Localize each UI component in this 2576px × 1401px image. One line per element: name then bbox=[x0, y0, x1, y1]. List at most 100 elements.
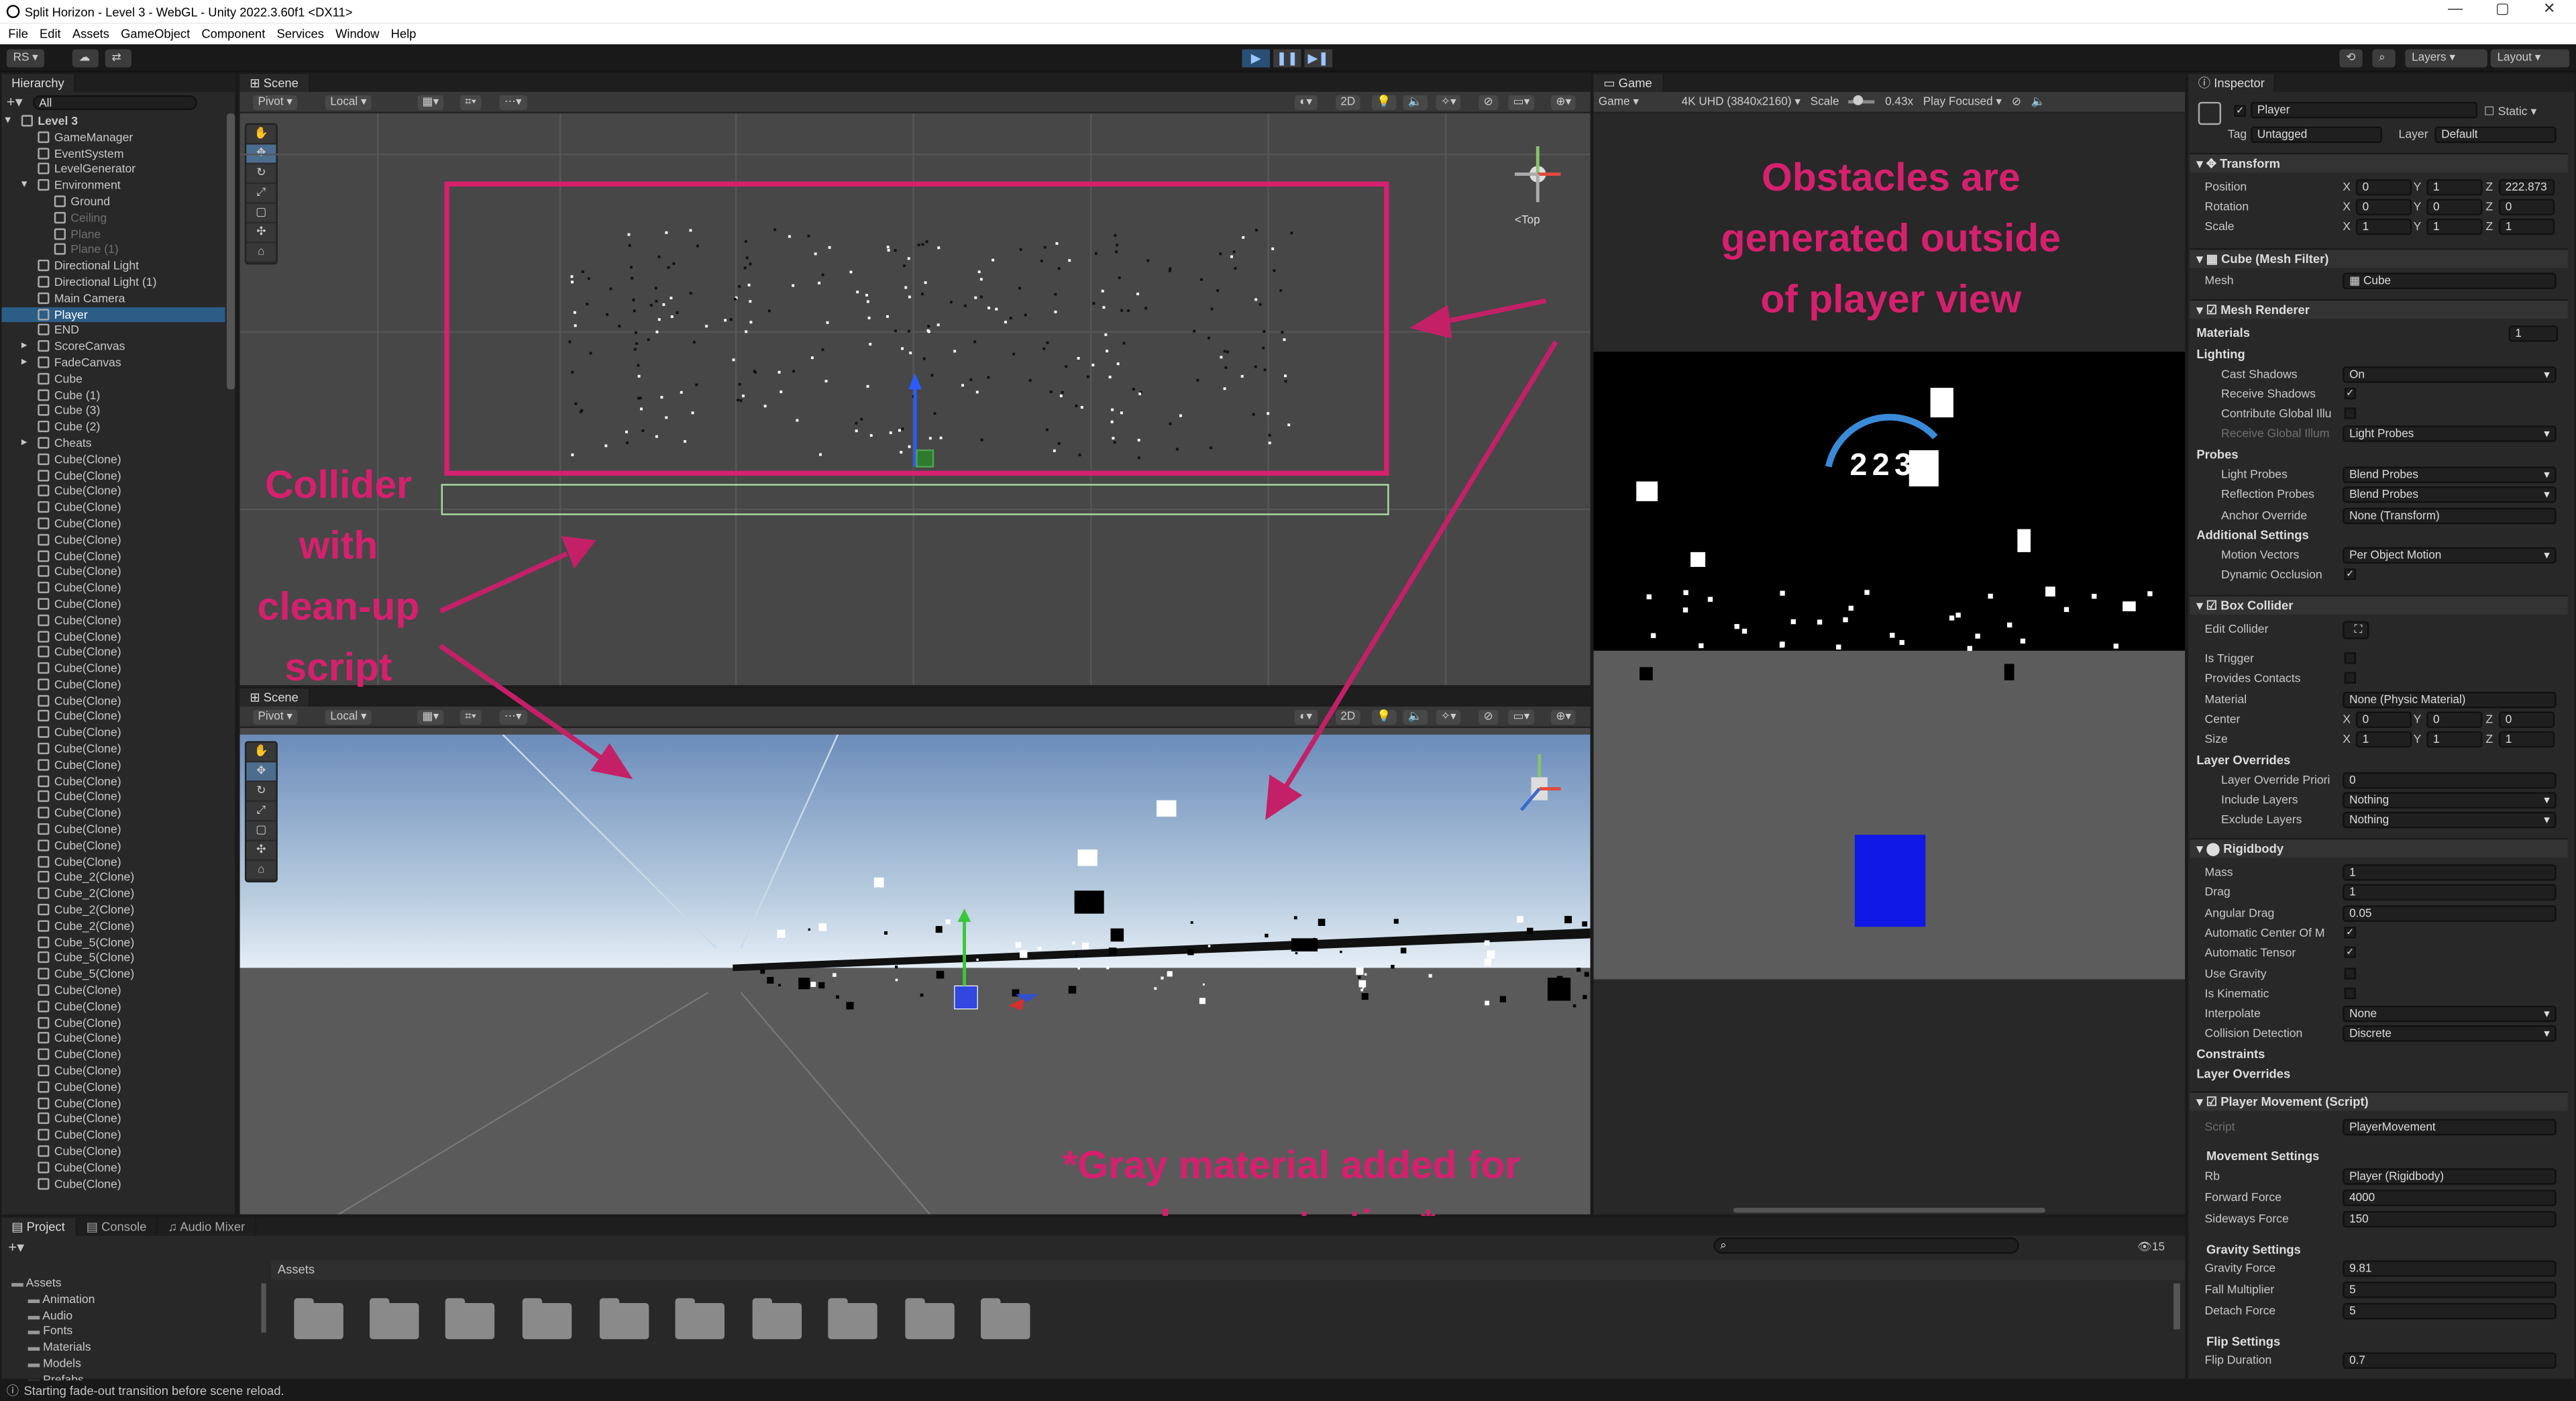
position-field-x[interactable]: 0 bbox=[2355, 178, 2412, 196]
property-label: Interpolate bbox=[2204, 1005, 2261, 1021]
section-header[interactable]: Layer Overrides bbox=[2196, 751, 2290, 769]
object-name-field[interactable]: Player bbox=[2251, 101, 2478, 119]
inspector-tab[interactable]: ⓘ Inspector bbox=[2188, 74, 2276, 93]
folder-icon[interactable] bbox=[370, 1298, 419, 1339]
is-kinematic-checkbox[interactable] bbox=[2344, 987, 2356, 999]
rotation-field-y[interactable]: 0 bbox=[2426, 199, 2483, 215]
gravity-force-field[interactable]: 9.81 bbox=[2343, 1260, 2557, 1277]
section-header[interactable]: Movement Settings bbox=[2206, 1147, 2319, 1165]
auto-com-checkbox[interactable]: ✓ bbox=[2344, 927, 2356, 939]
anchor-override-field[interactable]: None (Transform) bbox=[2343, 507, 2557, 525]
collider-material-field[interactable]: None (Physic Material) bbox=[2343, 692, 2557, 709]
receive-gi-dropdown[interactable]: Light Probes ▾ bbox=[2343, 425, 2557, 442]
mesh-renderer-header[interactable]: ▾ ☑ Mesh Renderer bbox=[2190, 299, 2568, 319]
forward-force-field[interactable]: 4000 bbox=[2343, 1190, 2557, 1206]
is-trigger-checkbox[interactable] bbox=[2344, 652, 2356, 664]
folder-icon[interactable] bbox=[981, 1298, 1030, 1339]
project-content-scrollbar[interactable] bbox=[2174, 1283, 2180, 1330]
edit-collider-icon[interactable]: ⛶ bbox=[2343, 621, 2369, 639]
center-field-y[interactable]: 0 bbox=[2426, 711, 2483, 728]
tag-dropdown[interactable]: Untagged bbox=[2251, 126, 2383, 144]
reflection-probes-dropdown[interactable]: Blend Probes ▾ bbox=[2343, 486, 2557, 503]
project-tab[interactable]: ▤ Project bbox=[1, 1217, 76, 1236]
axis-label: Z bbox=[2485, 711, 2493, 727]
folder-icon[interactable] bbox=[445, 1298, 495, 1339]
rotation-field-z[interactable]: 0 bbox=[2498, 199, 2555, 215]
folder-icon[interactable] bbox=[905, 1298, 955, 1339]
exclude-layers-dropdown[interactable]: Nothing ▾ bbox=[2343, 811, 2557, 829]
dynamic-occlusion-checkbox[interactable]: ✓ bbox=[2344, 568, 2356, 580]
project-search-input[interactable]: ⌕ bbox=[1713, 1237, 2019, 1254]
flip-duration-field[interactable]: 0.7 bbox=[2343, 1352, 2557, 1369]
layer-override-priority-field[interactable]: 0 bbox=[2343, 772, 2557, 789]
project-tree-item[interactable]: ▬ Models bbox=[1, 1355, 264, 1371]
include-layers-dropdown[interactable]: Nothing ▾ bbox=[2343, 792, 2557, 809]
mesh-field[interactable]: ▦ Cube bbox=[2343, 272, 2557, 290]
materials-count-field[interactable]: 1 bbox=[2508, 325, 2559, 342]
folder-icon[interactable] bbox=[675, 1298, 725, 1339]
static-toggle[interactable]: ☐ Static ▾ bbox=[2484, 102, 2536, 120]
section-header[interactable]: Additional Settings bbox=[2196, 526, 2308, 544]
section-header[interactable]: Constraints bbox=[2196, 1045, 2265, 1063]
rb-field[interactable]: Player (Rigidbody) bbox=[2343, 1168, 2557, 1185]
project-tree-label: Animation bbox=[42, 1291, 95, 1306]
size-field-x[interactable]: 1 bbox=[2355, 731, 2412, 748]
project-tree-item[interactable]: ▬ Materials bbox=[1, 1339, 264, 1355]
project-tree-item[interactable]: ▬ Fonts bbox=[1, 1323, 264, 1339]
center-field-x[interactable]: 0 bbox=[2355, 711, 2412, 728]
size-field-z[interactable]: 1 bbox=[2498, 731, 2555, 748]
section-header[interactable]: Gravity Settings bbox=[2206, 1241, 2301, 1259]
audio-mixer-tab[interactable]: ♫ Audio Mixer bbox=[158, 1217, 257, 1236]
section-header[interactable]: Probes bbox=[2196, 446, 2238, 464]
project-tree-label: Assets bbox=[25, 1275, 62, 1290]
angular-drag-field[interactable]: 0.05 bbox=[2343, 905, 2557, 922]
project-tree-item[interactable]: ▬ Audio bbox=[1, 1307, 264, 1323]
scale-field-z[interactable]: 1 bbox=[2498, 218, 2555, 236]
size-field-y[interactable]: 1 bbox=[2426, 731, 2483, 748]
script-field[interactable]: PlayerMovement bbox=[2343, 1119, 2557, 1136]
transform-header[interactable]: ▾ ✥ Transform bbox=[2190, 152, 2568, 173]
mesh-filter-header[interactable]: ▾ ▦ Cube (Mesh Filter) bbox=[2190, 248, 2568, 268]
add-asset-icon[interactable]: +▾ bbox=[8, 1239, 24, 1257]
position-field-z[interactable]: 222.873 bbox=[2498, 178, 2555, 196]
project-tree-item[interactable]: ▬ Assets bbox=[1, 1275, 264, 1291]
folder-icon[interactable] bbox=[752, 1298, 802, 1339]
console-tab[interactable]: ▤ Console bbox=[76, 1217, 158, 1236]
contribute-gi-checkbox[interactable] bbox=[2344, 407, 2356, 419]
auto-tensor-checkbox[interactable]: ✓ bbox=[2344, 946, 2356, 958]
receive-shadows-checkbox[interactable]: ✓ bbox=[2344, 387, 2356, 400]
folder-icon[interactable] bbox=[828, 1298, 877, 1339]
scale-field-y[interactable]: 1 bbox=[2426, 218, 2483, 236]
property-label: Detach Force bbox=[2204, 1303, 2276, 1318]
provides-contacts-checkbox[interactable] bbox=[2344, 672, 2356, 684]
drag-field[interactable]: 1 bbox=[2343, 884, 2557, 901]
interpolate-dropdown[interactable]: None ▾ bbox=[2343, 1005, 2557, 1023]
motion-vectors-dropdown[interactable]: Per Object Motion ▾ bbox=[2343, 547, 2557, 564]
layer-dropdown[interactable]: Default bbox=[2434, 126, 2557, 144]
info-icon: ⓘ bbox=[6, 1384, 19, 1399]
sideways-force-field[interactable]: 150 bbox=[2343, 1210, 2557, 1228]
use-gravity-checkbox[interactable] bbox=[2344, 968, 2356, 980]
project-tree-scrollbar[interactable] bbox=[261, 1283, 266, 1333]
cast-shadows-dropdown[interactable]: On ▾ bbox=[2343, 366, 2557, 383]
light-probes-dropdown[interactable]: Blend Probes ▾ bbox=[2343, 466, 2557, 484]
project-tree-item[interactable]: ▬ Animation bbox=[1, 1291, 264, 1307]
detach-force-field[interactable]: 5 bbox=[2343, 1303, 2557, 1320]
scale-field-x[interactable]: 1 bbox=[2355, 218, 2412, 236]
position-field-y[interactable]: 1 bbox=[2426, 178, 2483, 196]
folder-icon[interactable] bbox=[522, 1298, 572, 1339]
section-header[interactable]: Materials bbox=[2196, 323, 2250, 342]
mass-field[interactable]: 1 bbox=[2343, 864, 2557, 881]
rotation-field-x[interactable]: 0 bbox=[2355, 199, 2412, 215]
folder-icon[interactable] bbox=[599, 1298, 649, 1339]
section-header[interactable]: Lighting bbox=[2196, 345, 2245, 363]
section-header[interactable]: Layer Overrides bbox=[2196, 1065, 2290, 1083]
collision-detection-dropdown[interactable]: Discrete ▾ bbox=[2343, 1025, 2557, 1042]
fall-multiplier-field[interactable]: 5 bbox=[2343, 1282, 2557, 1298]
player-movement-header[interactable]: ▾ ☑ Player Movement (Script) bbox=[2190, 1091, 2568, 1111]
box-collider-header[interactable]: ▾ ☑ Box Collider bbox=[2190, 594, 2568, 615]
folder-icon[interactable] bbox=[294, 1298, 343, 1339]
section-header[interactable]: Flip Settings bbox=[2206, 1333, 2280, 1351]
rigidbody-header[interactable]: ▾ ⬤ Rigidbody bbox=[2190, 837, 2568, 858]
center-field-z[interactable]: 0 bbox=[2498, 711, 2555, 728]
